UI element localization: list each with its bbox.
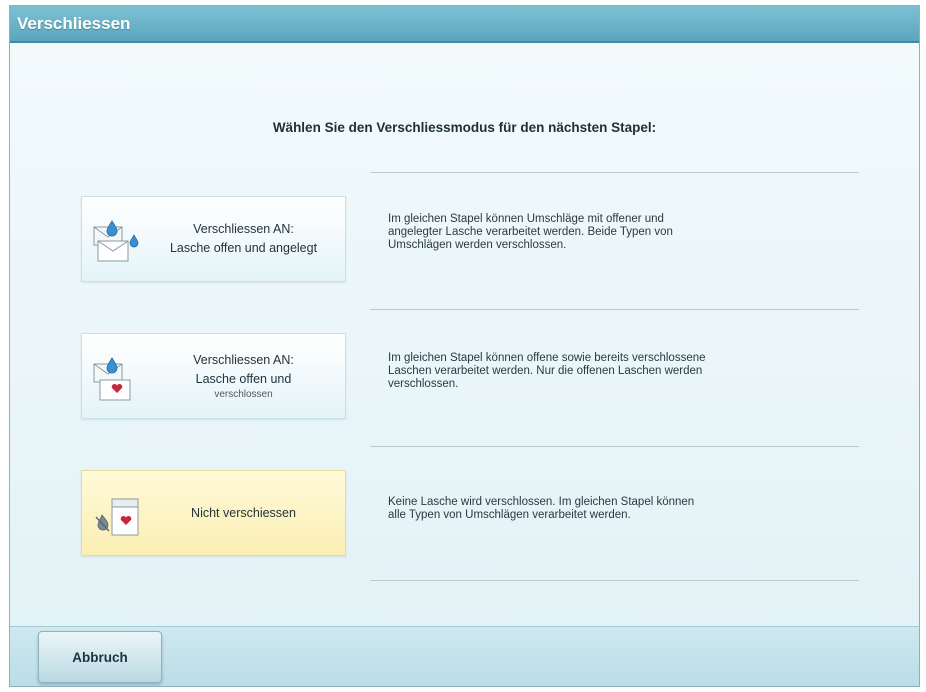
divider (370, 580, 859, 581)
option-seal-open-closed-button[interactable]: Verschliessen AN: Lasche offen und versc… (81, 333, 346, 419)
option-seal-open-flap-button[interactable]: Verschliessen AN: Lasche offen und angel… (81, 196, 346, 282)
instruction-text: Wählen Sie den Verschliessmodus für den … (272, 120, 657, 135)
main-content: Wählen Sie den Verschliessmodus für den … (10, 43, 919, 626)
option-label: Nicht verschiessen (191, 505, 296, 520)
cancel-button[interactable]: Abbruch (38, 631, 162, 683)
envelope-water-drop-icon (93, 220, 139, 262)
option-seal-open-closed-description: Im gleichen Stapel können offene sowie b… (388, 352, 706, 390)
option-no-seal-button[interactable]: Nicht verschiessen (81, 470, 346, 556)
divider (370, 172, 859, 173)
app-window: Verschliessen Wählen Sie den Verschliess… (9, 5, 920, 687)
divider (370, 309, 859, 310)
option-label: Verschliessen AN: Lasche offen und versc… (193, 353, 294, 400)
envelope-no-seal-icon (95, 498, 139, 536)
window-title: Verschliessen (17, 14, 131, 33)
divider (370, 446, 859, 447)
footer-bar: Abbruch (10, 626, 919, 686)
envelope-drop-heart-icon (93, 357, 131, 401)
option-seal-open-flap-description: Im gleichen Stapel können Umschläge mit … (388, 213, 673, 251)
title-bar: Verschliessen (10, 6, 919, 43)
option-label: Verschliessen AN: Lasche offen und angel… (169, 222, 318, 255)
option-no-seal-description: Keine Lasche wird verschlossen. Im gleic… (388, 496, 695, 521)
